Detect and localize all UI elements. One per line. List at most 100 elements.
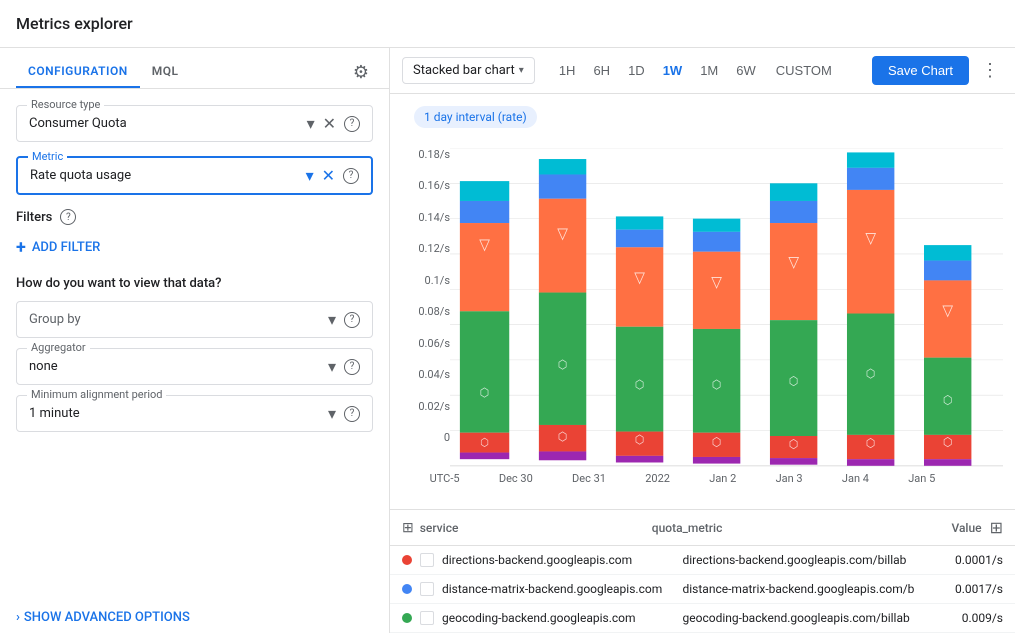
y-axis: 0.18/s 0.16/s 0.14/s 0.12/s 0.1/s 0.08/s… xyxy=(402,148,450,468)
legend-checkbox-2[interactable] xyxy=(420,611,434,625)
app-title: Metrics explorer xyxy=(16,14,133,33)
x-label-jan5: Jan 5 xyxy=(908,472,935,485)
svg-text:⬡: ⬡ xyxy=(558,357,567,372)
svg-text:▽: ▽ xyxy=(634,268,645,287)
aggregator-row: none ▾ ? xyxy=(29,357,360,376)
resource-type-clear-icon[interactable]: ✕ xyxy=(323,114,336,133)
service-column-icon: ⊞ xyxy=(402,520,414,536)
alignment-period-field: Minimum alignment period 1 minute ▾ ? xyxy=(16,395,373,432)
filters-label: Filters xyxy=(16,210,52,225)
right-panel: Stacked bar chart ▾ 1H 6H 1D 1W 1M 6W CU… xyxy=(390,48,1015,633)
metric-field: Metric Rate quota usage ▾ ✕ ? xyxy=(16,156,373,195)
filters-help-icon[interactable]: ? xyxy=(60,209,76,225)
chart-area: 0.18/s 0.16/s 0.14/s 0.12/s 0.1/s 0.08/s… xyxy=(390,140,1015,505)
chart-type-dropdown-icon: ▾ xyxy=(519,65,524,76)
filters-section: Filters ? + ADD FILTER xyxy=(16,209,373,262)
legend-col-service-header: ⊞ service xyxy=(402,520,644,536)
gear-icon[interactable]: ⚙ xyxy=(349,58,373,87)
value-column-label: Value xyxy=(951,521,981,535)
svg-text:⬡: ⬡ xyxy=(712,377,721,392)
quota-column-label: quota_metric xyxy=(652,521,723,535)
interval-badge-container: 1 day interval (rate) xyxy=(390,94,1015,140)
x-label-jan4: Jan 4 xyxy=(842,472,869,485)
chart-type-label: Stacked bar chart xyxy=(413,63,515,78)
metric-row: Rate quota usage ▾ ✕ ? xyxy=(30,166,359,185)
time-btn-custom[interactable]: CUSTOM xyxy=(766,58,842,83)
legend-col-value-header: Value xyxy=(902,521,982,535)
aggregator-dropdown-icon[interactable]: ▾ xyxy=(328,357,336,376)
legend-col-quota-header: quota_metric xyxy=(652,521,894,535)
chart-svg: ▽ ⬡ ⬡ ▽ ⬡ ⬡ xyxy=(450,148,1003,468)
time-buttons: 1H 6H 1D 1W 1M 6W CUSTOM xyxy=(551,58,842,83)
group-by-help-icon[interactable]: ? xyxy=(344,312,360,328)
resource-type-row: Consumer Quota ▾ ✕ ? xyxy=(29,114,360,133)
time-btn-1h[interactable]: 1H xyxy=(551,58,584,83)
group-by-dropdown-icon[interactable]: ▾ xyxy=(328,310,336,329)
legend-service-0: directions-backend.googleapis.com xyxy=(442,553,675,567)
svg-text:⬡: ⬡ xyxy=(866,435,875,450)
svg-text:⬡: ⬡ xyxy=(789,374,798,389)
legend-checkbox-1[interactable] xyxy=(420,582,434,596)
svg-text:⬡: ⬡ xyxy=(943,392,952,407)
legend-checkbox-0[interactable] xyxy=(420,553,434,567)
add-filter-button[interactable]: + ADD FILTER xyxy=(16,233,373,262)
time-btn-1d[interactable]: 1D xyxy=(620,58,653,83)
alignment-period-help-icon[interactable]: ? xyxy=(344,406,360,422)
time-btn-1w[interactable]: 1W xyxy=(655,58,691,83)
y-label-4: 0.1/s xyxy=(425,274,450,287)
add-filter-label: ADD FILTER xyxy=(32,240,101,255)
group-by-value: Group by xyxy=(29,312,320,327)
app-container: Metrics explorer CONFIGURATION MQL ⚙ Res… xyxy=(0,0,1015,633)
legend-service-2: geocoding-backend.googleapis.com xyxy=(442,611,675,625)
legend-table: ⊞ service quota_metric Value ⊞ directio xyxy=(390,509,1015,633)
svg-text:▽: ▽ xyxy=(865,228,876,247)
time-btn-6w[interactable]: 6W xyxy=(728,58,764,83)
resource-type-field: Resource type Consumer Quota ▾ ✕ ? xyxy=(16,105,373,142)
metric-help-icon[interactable]: ? xyxy=(343,168,359,184)
tab-configuration[interactable]: CONFIGURATION xyxy=(16,56,140,88)
legend-value-1: 0.0017/s xyxy=(923,582,1003,596)
legend-color-dot-1 xyxy=(402,584,412,594)
svg-text:▽: ▽ xyxy=(479,235,490,254)
aggregator-label: Aggregator xyxy=(27,341,90,354)
x-label-jan3: Jan 3 xyxy=(776,472,803,485)
svg-text:▽: ▽ xyxy=(788,252,799,271)
left-panel: CONFIGURATION MQL ⚙ Resource type Consum… xyxy=(0,48,390,633)
time-btn-1m[interactable]: 1M xyxy=(692,58,726,83)
svg-text:⬡: ⬡ xyxy=(558,429,567,444)
save-chart-button[interactable]: Save Chart xyxy=(872,56,969,85)
show-advanced-label: SHOW ADVANCED OPTIONS xyxy=(24,610,190,625)
alignment-period-dropdown-icon[interactable]: ▾ xyxy=(328,404,336,423)
filters-row: Filters ? xyxy=(16,209,373,225)
tab-mql[interactable]: MQL xyxy=(140,56,191,88)
svg-text:⬡: ⬡ xyxy=(635,432,644,447)
chart-type-selector[interactable]: Stacked bar chart ▾ xyxy=(402,57,535,84)
aggregator-field: Aggregator none ▾ ? xyxy=(16,348,373,385)
legend-quota-1: distance-matrix-backend.googleapis.com/b xyxy=(683,582,916,596)
resource-type-label: Resource type xyxy=(27,98,104,111)
metric-dropdown-icon[interactable]: ▾ xyxy=(306,166,314,185)
y-label-8: 0.02/s xyxy=(418,400,450,413)
x-label-jan2: Jan 2 xyxy=(709,472,736,485)
legend-quota-2: geocoding-backend.googleapis.com/billab xyxy=(683,611,916,625)
legend-color-dot-2 xyxy=(402,613,412,623)
resource-type-help-icon[interactable]: ? xyxy=(344,116,360,132)
service-column-label: service xyxy=(420,521,459,535)
svg-text:⬡: ⬡ xyxy=(712,434,721,449)
panel-content: Resource type Consumer Quota ▾ ✕ ? Metri… xyxy=(0,89,389,602)
y-label-5: 0.08/s xyxy=(418,305,450,318)
show-advanced-button[interactable]: › SHOW ADVANCED OPTIONS xyxy=(0,602,389,633)
view-section: How do you want to view that data? Group… xyxy=(16,276,373,432)
svg-text:⬡: ⬡ xyxy=(480,435,489,449)
svg-text:▽: ▽ xyxy=(557,224,568,243)
metric-clear-icon[interactable]: ✕ xyxy=(322,166,335,185)
time-btn-6h[interactable]: 6H xyxy=(585,58,618,83)
resource-type-dropdown-icon[interactable]: ▾ xyxy=(307,114,315,133)
aggregator-help-icon[interactable]: ? xyxy=(344,359,360,375)
more-options-icon[interactable]: ⋮ xyxy=(977,56,1003,85)
column-settings-icon[interactable]: ⊞ xyxy=(990,518,1003,537)
top-bar: Metrics explorer xyxy=(0,0,1015,48)
legend-service-1: distance-matrix-backend.googleapis.com xyxy=(442,582,675,596)
y-label-0: 0.18/s xyxy=(418,148,450,161)
y-label-1: 0.16/s xyxy=(418,179,450,192)
